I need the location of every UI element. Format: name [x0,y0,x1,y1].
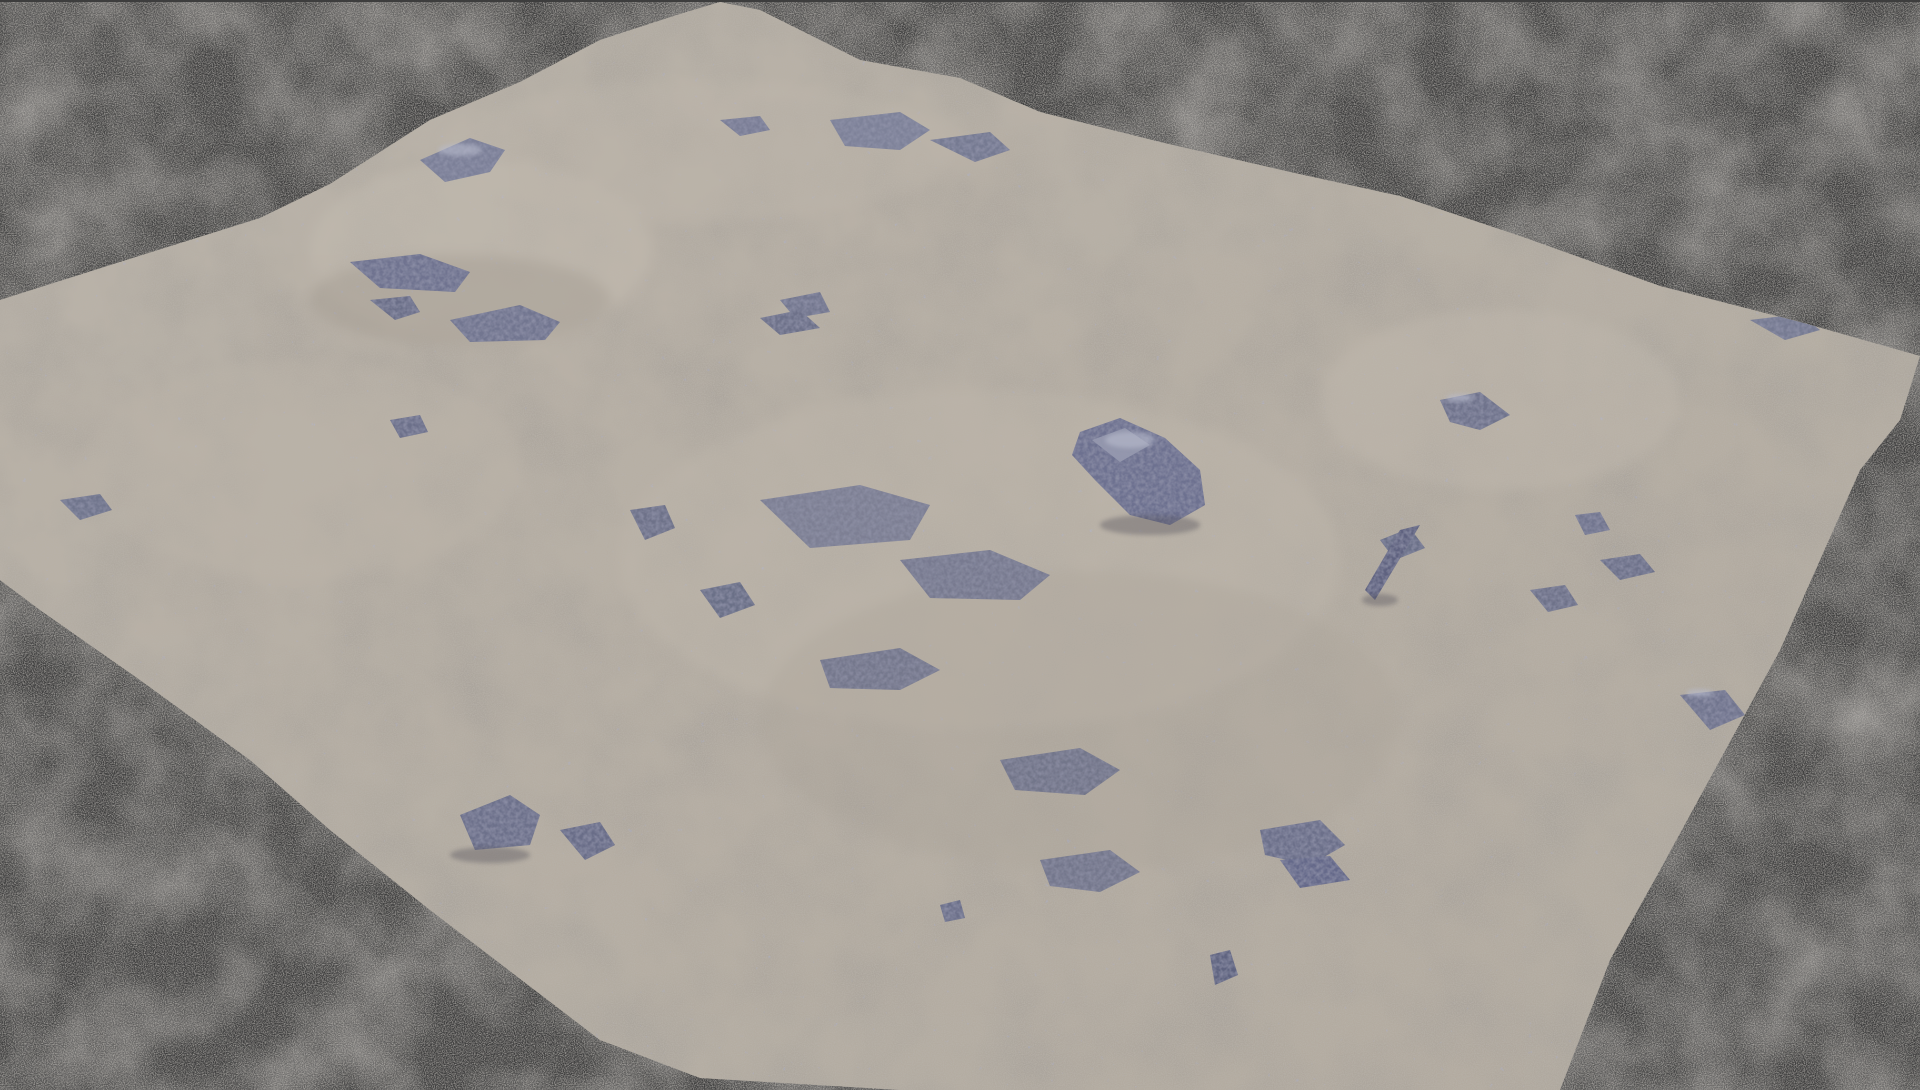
render-viewport [0,0,1920,1090]
terrain-render [0,0,1920,1090]
